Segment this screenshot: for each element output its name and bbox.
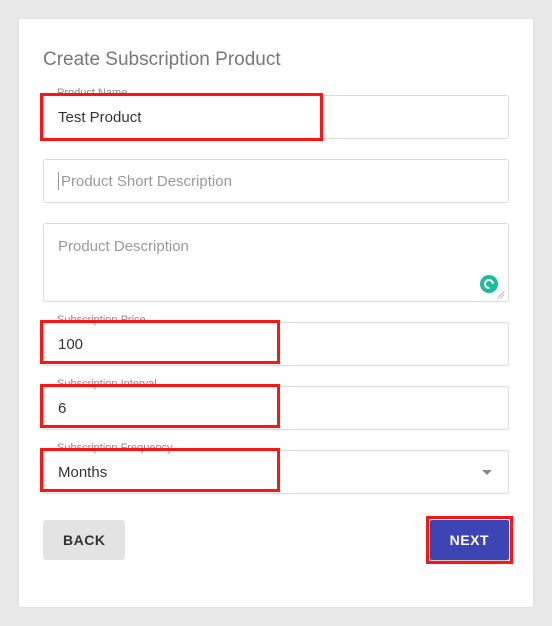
subscription-form-card: Create Subscription Product Product Name (18, 18, 534, 608)
subscription-price-box[interactable] (43, 322, 509, 366)
description-box[interactable] (43, 223, 509, 302)
text-cursor (58, 172, 59, 190)
page-title: Create Subscription Product (43, 49, 509, 71)
product-name-input[interactable] (58, 109, 494, 126)
resize-handle-icon[interactable] (496, 289, 506, 299)
subscription-interval-field: Subscription Interval (43, 386, 509, 430)
subscription-frequency-field: Subscription Frequency Months (43, 450, 509, 494)
short-description-input[interactable] (61, 173, 494, 190)
subscription-frequency-select[interactable]: Months (43, 450, 509, 494)
description-textarea[interactable] (58, 238, 494, 289)
subscription-price-label: Subscription Price (53, 314, 150, 326)
description-field (43, 223, 509, 302)
subscription-frequency-label: Subscription Frequency (53, 442, 177, 454)
button-row: BACK NEXT (43, 520, 509, 560)
chevron-down-icon (482, 470, 492, 475)
short-description-field (43, 159, 509, 203)
product-name-box[interactable] (43, 95, 509, 139)
back-button[interactable]: BACK (43, 520, 125, 560)
subscription-price-input[interactable] (58, 336, 494, 353)
product-name-label: Product Name (53, 87, 131, 99)
subscription-price-field: Subscription Price (43, 322, 509, 366)
next-button[interactable]: NEXT (430, 520, 509, 560)
subscription-interval-label: Subscription Interval (53, 378, 161, 390)
subscription-interval-box[interactable] (43, 386, 509, 430)
product-name-field: Product Name (43, 95, 509, 139)
subscription-frequency-value: Months (58, 464, 107, 481)
subscription-interval-input[interactable] (58, 400, 494, 417)
short-description-box[interactable] (43, 159, 509, 203)
